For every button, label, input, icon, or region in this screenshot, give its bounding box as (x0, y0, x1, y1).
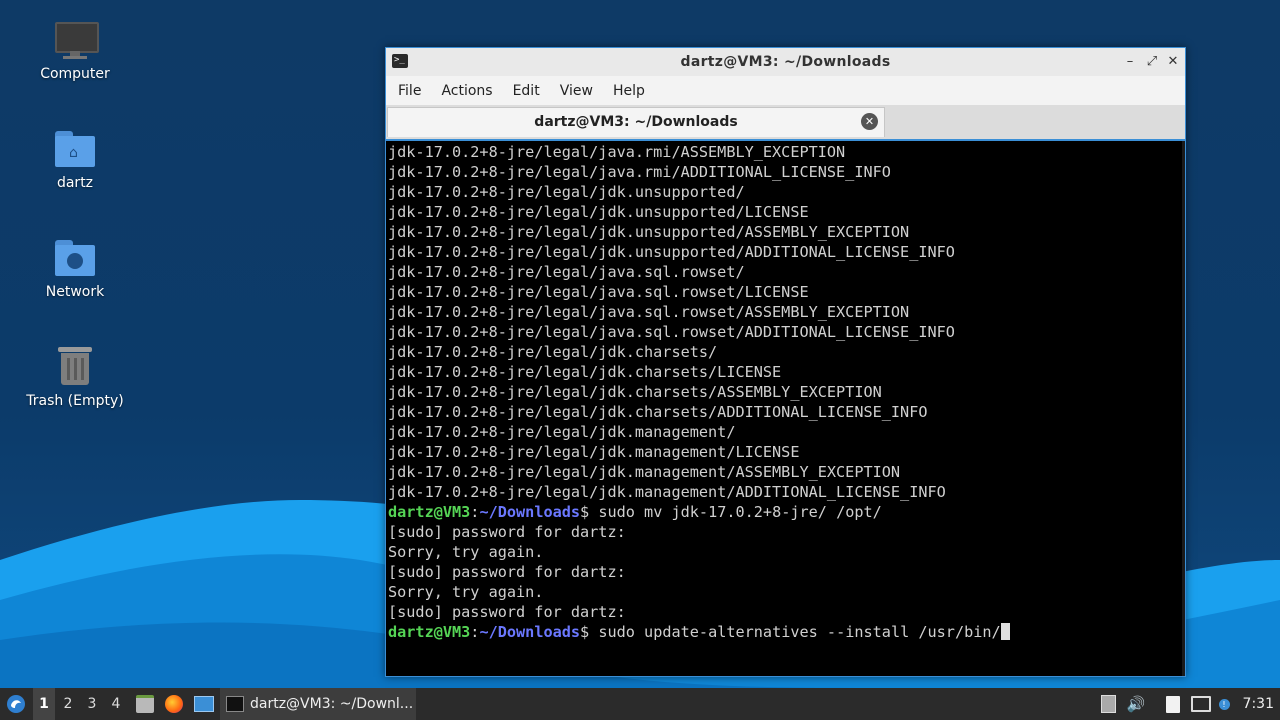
text-cursor (1000, 623, 1010, 640)
workspace-1[interactable]: 1 (33, 688, 55, 720)
command-input: sudo update-alternatives --install /usr/… (598, 623, 1001, 641)
desktop-icon-trash[interactable]: Trash (Empty) (20, 345, 130, 409)
prompt-line: dartz@VM3:~/Downloads$ sudo mv jdk-17.0.… (388, 502, 1185, 522)
file-manager-icon[interactable] (133, 688, 157, 720)
window-title: dartz@VM3: ~/Downloads (680, 54, 891, 70)
window-titlebar[interactable]: >_ dartz@VM3: ~/Downloads – ⤢ ✕ (386, 48, 1185, 76)
output-line: jdk-17.0.2+8-jre/legal/jdk.unsupported/ (388, 183, 745, 201)
tab-close-icon[interactable]: ✕ (861, 113, 878, 130)
menu-help[interactable]: Help (605, 83, 653, 99)
output-line: jdk-17.0.2+8-jre/legal/jdk.management/LI… (388, 443, 800, 461)
terminal-output[interactable]: jdk-17.0.2+8-jre/legal/java.rmi/ASSEMBLY… (386, 141, 1185, 676)
menu-edit[interactable]: Edit (505, 83, 548, 99)
desktop-icon-network[interactable]: Network (20, 236, 130, 300)
trash-icon (53, 345, 97, 389)
command-text: sudo mv jdk-17.0.2+8-jre/ /opt/ (598, 503, 882, 521)
sudo-output-lines: [sudo] password for dartz: Sorry, try aga… (388, 522, 1185, 622)
maximize-button[interactable]: ⤢ (1143, 53, 1161, 71)
clipboard-icon[interactable] (1098, 688, 1118, 720)
desktop-icon[interactable] (192, 688, 216, 720)
clock[interactable]: 7:31 (1243, 688, 1274, 720)
output-line: jdk-17.0.2+8-jre/legal/jdk.management/ (388, 423, 736, 441)
output-line: jdk-17.0.2+8-jre/legal/java.sql.rowset/ (388, 263, 745, 281)
output-line: Sorry, try again. (388, 583, 544, 601)
network-folder-icon (53, 236, 97, 280)
tab-bar: dartz@VM3: ~/Downloads ✕ (386, 105, 1185, 139)
menu-actions[interactable]: Actions (433, 83, 500, 99)
minimize-button[interactable]: – (1121, 53, 1139, 71)
desktop-icon-home[interactable]: ⌂ dartz (20, 127, 130, 191)
prompt-line-current: dartz@VM3:~/Downloads$ sudo update-alter… (388, 622, 1185, 642)
terminal-icon (226, 696, 244, 712)
desktop-icon-computer[interactable]: Computer (20, 18, 130, 82)
output-line: jdk-17.0.2+8-jre/legal/jdk.management/AD… (388, 483, 946, 501)
menu-view[interactable]: View (552, 83, 601, 99)
prompt-path: ~/Downloads (479, 623, 581, 641)
output-line: jdk-17.0.2+8-jre/legal/java.rmi/ADDITION… (388, 163, 891, 181)
computer-icon (53, 18, 99, 62)
display-icon[interactable] (1190, 688, 1212, 720)
prompt-user: dartz@VM3 (388, 503, 471, 521)
workspace-3[interactable]: 3 (81, 688, 103, 720)
app-menu-button[interactable] (4, 688, 28, 720)
workspace-2[interactable]: 2 (57, 688, 79, 720)
tab-label: dartz@VM3: ~/Downloads (534, 114, 738, 130)
output-lines: jdk-17.0.2+8-jre/legal/java.rmi/ASSEMBLY… (388, 142, 1185, 502)
lubuntu-logo-icon (7, 695, 25, 713)
notes-icon[interactable] (1162, 688, 1184, 720)
output-line: jdk-17.0.2+8-jre/legal/jdk.charsets/ASSE… (388, 383, 882, 401)
desktop-icon-label: Network (45, 284, 105, 300)
firefox-icon[interactable] (162, 688, 186, 720)
updates-icon[interactable]: ! (1216, 688, 1232, 720)
home-folder-icon: ⌂ (53, 127, 97, 171)
desktop-icon-label: dartz (56, 175, 94, 191)
output-line: [sudo] password for dartz: (388, 603, 626, 621)
desktop-icon-label: Computer (40, 66, 110, 82)
workspace-4[interactable]: 4 (105, 688, 127, 720)
scrollbar[interactable] (1182, 141, 1185, 676)
output-line: jdk-17.0.2+8-jre/legal/jdk.unsupported/L… (388, 203, 809, 221)
volume-icon[interactable]: 🔊 (1125, 688, 1147, 720)
output-line: jdk-17.0.2+8-jre/legal/jdk.unsupported/A… (388, 223, 910, 241)
prompt-user: dartz@VM3 (388, 623, 471, 641)
output-line: jdk-17.0.2+8-jre/legal/jdk.unsupported/A… (388, 243, 955, 261)
output-line: jdk-17.0.2+8-jre/legal/java.sql.rowset/A… (388, 303, 910, 321)
tab-terminal[interactable]: dartz@VM3: ~/Downloads ✕ (387, 107, 885, 137)
close-button[interactable]: ✕ (1164, 53, 1182, 71)
output-line: jdk-17.0.2+8-jre/legal/java.sql.rowset/L… (388, 283, 809, 301)
desktop-icon-label: Trash (Empty) (26, 393, 124, 409)
prompt-end: $ (580, 623, 599, 641)
prompt-path: ~/Downloads (479, 503, 581, 521)
output-line: Sorry, try again. (388, 543, 544, 561)
menubar: File Actions Edit View Help (386, 76, 1185, 105)
output-line: [sudo] password for dartz: (388, 563, 626, 581)
output-line: jdk-17.0.2+8-jre/legal/jdk.charsets/ (388, 343, 718, 361)
prompt-end: $ (580, 503, 599, 521)
taskbar: 1 2 3 4 dartz@VM3: ~/Downl... 🔊 ! 7:31 (0, 688, 1280, 720)
output-line: jdk-17.0.2+8-jre/legal/java.rmi/ASSEMBLY… (388, 143, 846, 161)
output-line: jdk-17.0.2+8-jre/legal/jdk.charsets/ADDI… (388, 403, 928, 421)
task-label: dartz@VM3: ~/Downl... (250, 696, 414, 712)
output-line: jdk-17.0.2+8-jre/legal/java.sql.rowset/A… (388, 323, 955, 341)
output-line: jdk-17.0.2+8-jre/legal/jdk.charsets/LICE… (388, 363, 782, 381)
taskbar-window-terminal[interactable]: dartz@VM3: ~/Downl... (220, 688, 416, 720)
output-line: [sudo] password for dartz: (388, 523, 626, 541)
output-line: jdk-17.0.2+8-jre/legal/jdk.management/AS… (388, 463, 901, 481)
menu-file[interactable]: File (390, 83, 429, 99)
terminal-window: >_ dartz@VM3: ~/Downloads – ⤢ ✕ File Act… (385, 47, 1186, 677)
